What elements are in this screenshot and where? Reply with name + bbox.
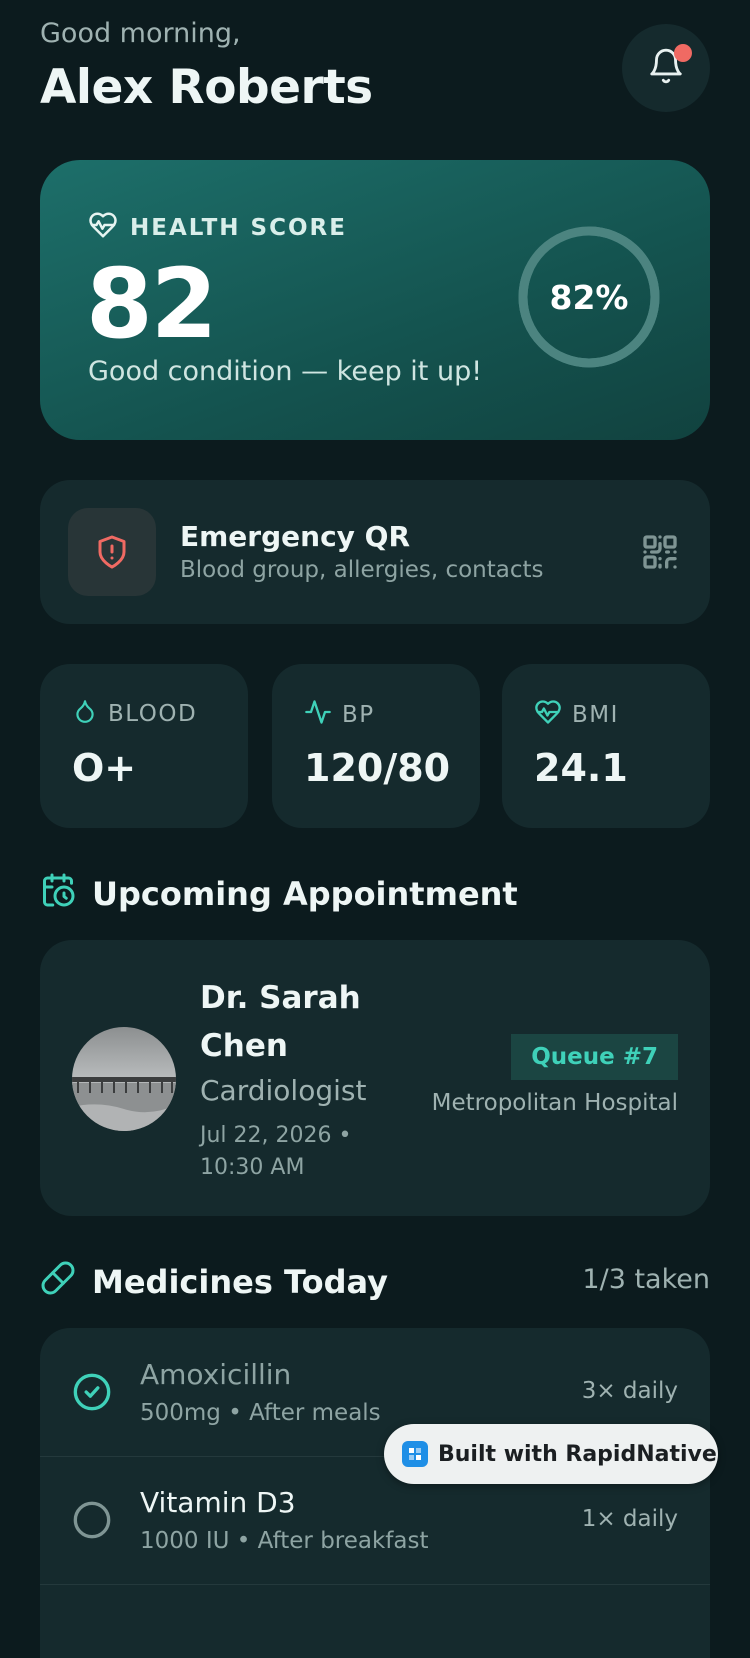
section-title: Upcoming Appointment <box>92 875 518 913</box>
pill-icon <box>40 1260 76 1304</box>
health-score-header: HEALTH SCORE <box>88 210 347 246</box>
stat-label: BMI <box>572 702 619 728</box>
shield-alert-icon <box>68 508 156 596</box>
qr-code-icon[interactable] <box>640 532 680 576</box>
heart-pulse-icon <box>88 210 118 246</box>
doctor-name: Dr. Sarah Chen <box>200 980 361 1064</box>
section-title: Medicines Today <box>92 1263 388 1301</box>
hospital-name: Metropolitan Hospital <box>431 1090 678 1116</box>
medicines-list: Amoxicillin 500mg • After meals 3× daily… <box>40 1328 710 1658</box>
appointment-datetime: Jul 22, 2026 • 10:30 AM <box>200 1123 352 1180</box>
doctor-specialty: Cardiologist <box>200 1074 367 1107</box>
stat-value: 120/80 <box>304 746 451 790</box>
empty-circle-icon[interactable] <box>72 1500 112 1540</box>
check-circle-icon[interactable] <box>72 1372 112 1412</box>
stat-header-bmi: BMI <box>534 698 619 732</box>
stat-value: O+ <box>72 746 137 790</box>
emergency-qr-title: Emergency QR <box>180 520 411 553</box>
greeting-text: Good morning, <box>40 18 241 49</box>
health-score-label: HEALTH SCORE <box>130 215 347 241</box>
queue-badge: Queue #7 <box>511 1034 678 1080</box>
medicine-name: Vitamin D3 <box>140 1486 296 1519</box>
stat-card-blood[interactable]: BLOOD O+ <box>40 664 248 828</box>
health-score-value: 82 <box>86 248 218 360</box>
stat-card-bp[interactable]: BP 120/80 <box>272 664 480 828</box>
stat-header-bp: BP <box>304 698 375 732</box>
medicines-taken-count: 1/3 taken <box>582 1264 710 1295</box>
medicine-frequency: 3× daily <box>581 1378 678 1404</box>
medicine-name: Amoxicillin <box>140 1358 292 1391</box>
stat-label: BLOOD <box>108 701 198 727</box>
medicine-detail: 500mg • After meals <box>140 1400 381 1426</box>
appointment-card[interactable]: Dr. Sarah Chen Cardiologist Jul 22, 2026… <box>40 940 710 1216</box>
stat-header-blood: BLOOD <box>72 698 197 730</box>
emergency-qr-subtitle: Blood group, allergies, contacts <box>180 557 544 583</box>
calendar-clock-icon <box>40 872 76 916</box>
emergency-qr-card[interactable]: Emergency QR Blood group, allergies, con… <box>40 480 710 624</box>
notification-dot <box>674 44 692 62</box>
stat-value: 24.1 <box>534 746 628 790</box>
rapidnative-logo-icon <box>402 1441 428 1467</box>
health-score-card[interactable]: HEALTH SCORE 82 Good condition — keep it… <box>40 160 710 440</box>
stat-card-bmi[interactable]: BMI 24.1 <box>502 664 710 828</box>
doctor-avatar <box>72 1027 176 1131</box>
medicine-detail: 1000 IU • After breakfast <box>140 1528 429 1554</box>
health-score-subtitle: Good condition — keep it up! <box>88 356 483 387</box>
medicines-section-header: Medicines Today <box>40 1260 388 1304</box>
health-score-percent: 82% <box>549 277 629 317</box>
droplet-icon <box>72 698 98 730</box>
appointment-section-header: Upcoming Appointment <box>40 872 518 916</box>
built-with-badge[interactable]: Built with RapidNative <box>384 1424 718 1484</box>
heart-pulse-icon <box>534 698 562 732</box>
badge-label: Built with RapidNative <box>438 1441 717 1467</box>
medicine-frequency: 1× daily <box>581 1506 678 1532</box>
user-name: Alex Roberts <box>40 60 373 115</box>
notifications-button[interactable] <box>622 24 710 112</box>
pulse-icon <box>304 698 332 732</box>
stat-label: BP <box>342 702 375 728</box>
